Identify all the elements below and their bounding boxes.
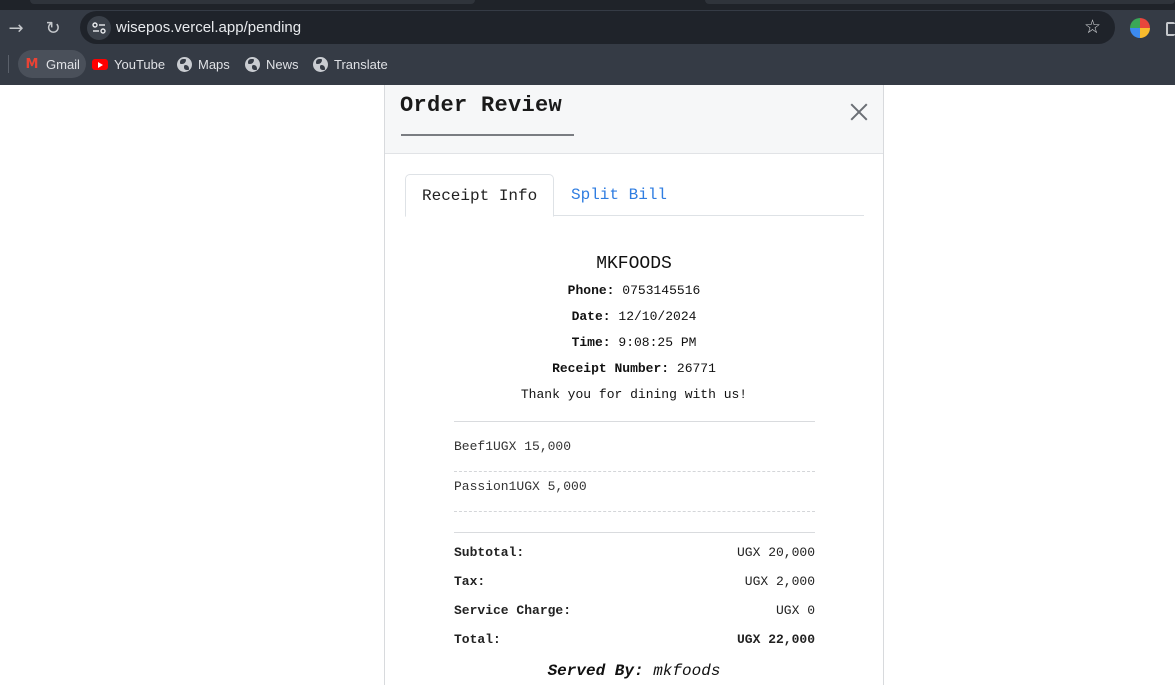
time-value: 9:08:25 PM — [618, 335, 697, 350]
tax-label: Tax: — [454, 574, 486, 589]
bookmark-star-icon[interactable]: ☆ — [1084, 16, 1101, 38]
bookmark-label: Gmail — [46, 56, 80, 72]
bookmark-label: News — [266, 56, 299, 72]
extension-icon[interactable] — [1130, 18, 1150, 38]
bookmark-youtube[interactable]: YouTube — [86, 50, 171, 78]
date-value: 12/10/2024 — [618, 309, 697, 324]
browser-tab[interactable] — [705, 0, 1175, 4]
bookmark-news[interactable]: News — [238, 50, 305, 78]
tab-strip — [0, 0, 1175, 10]
divider — [454, 421, 815, 422]
item-divider — [454, 471, 815, 472]
side-panel-icon[interactable] — [1166, 22, 1175, 36]
thank-you-message: Thank you for dining with us! — [520, 387, 748, 402]
time-label: Time: — [571, 335, 611, 350]
tab-bar: Receipt Info Split Bill — [405, 174, 864, 217]
bookmark-label: Maps — [198, 56, 230, 72]
bookmark-translate[interactable]: Translate — [306, 50, 394, 78]
bookmark-maps[interactable]: Maps — [170, 50, 236, 78]
forward-icon[interactable]: → — [0, 10, 32, 46]
bookmarks-divider — [8, 55, 9, 73]
service-charge-value: UGX 0 — [775, 603, 815, 618]
phone-value: 0753145516 — [622, 283, 701, 298]
time-line: Time: 9:08:25 PM — [385, 335, 883, 350]
reload-icon[interactable]: ↻ — [37, 10, 69, 46]
total-label: Total: — [454, 632, 501, 647]
address-bar[interactable]: wisepos.vercel.app/pending ☆ — [80, 11, 1115, 44]
service-charge-label: Service Charge: — [454, 603, 572, 618]
phone-label: Phone: — [567, 283, 615, 298]
list-item: Beef1UGX 15,000 — [454, 439, 572, 454]
modal-title: Order Review — [400, 93, 563, 118]
globe-icon — [244, 56, 260, 72]
bookmark-gmail[interactable]: M Gmail — [18, 50, 86, 78]
served-by-label: Served By: — [547, 662, 644, 680]
order-review-modal: Order Review Receipt Info Split Bill MKF… — [384, 85, 884, 685]
tab-split-bill[interactable]: Split Bill — [555, 174, 683, 216]
browser-tab[interactable] — [30, 0, 475, 4]
url-text[interactable]: wisepos.vercel.app/pending — [116, 19, 301, 36]
site-info-icon[interactable] — [87, 16, 111, 40]
store-name: MKFOODS — [596, 254, 672, 274]
item-divider — [454, 511, 815, 512]
total-value: UGX 22,000 — [736, 632, 815, 647]
close-icon[interactable] — [847, 100, 871, 124]
youtube-icon — [92, 56, 108, 72]
subtotal-value: UGX 20,000 — [736, 545, 815, 560]
globe-icon — [312, 56, 328, 72]
bookmark-label: YouTube — [114, 56, 166, 72]
title-underline — [401, 134, 574, 136]
tax-value: UGX 2,000 — [744, 574, 815, 589]
date-line: Date: 12/10/2024 — [385, 309, 883, 324]
served-by-value: mkfoods — [653, 662, 721, 680]
browser-toolbar: → ↻ wisepos.vercel.app/pending ☆ — [0, 10, 1175, 46]
modal-header: Order Review — [385, 85, 883, 154]
divider — [454, 532, 815, 533]
date-label: Date: — [571, 309, 611, 324]
receipt-number-value: 26771 — [676, 361, 716, 376]
bookmark-label: Translate — [334, 56, 388, 72]
tab-receipt-info[interactable]: Receipt Info — [405, 174, 555, 217]
gmail-icon: M — [25, 56, 39, 72]
receipt-number-label: Receipt Number: — [552, 361, 670, 376]
phone-line: Phone: 0753145516 — [385, 283, 883, 298]
receipt-number-line: Receipt Number: 26771 — [385, 361, 883, 376]
served-by-line: Served By: mkfoods — [385, 662, 883, 680]
globe-icon — [176, 56, 192, 72]
subtotal-label: Subtotal: — [454, 545, 525, 560]
list-item: Passion1UGX 5,000 — [454, 479, 587, 494]
bookmarks-bar: M Gmail YouTube Maps News Translate — [0, 46, 1175, 85]
